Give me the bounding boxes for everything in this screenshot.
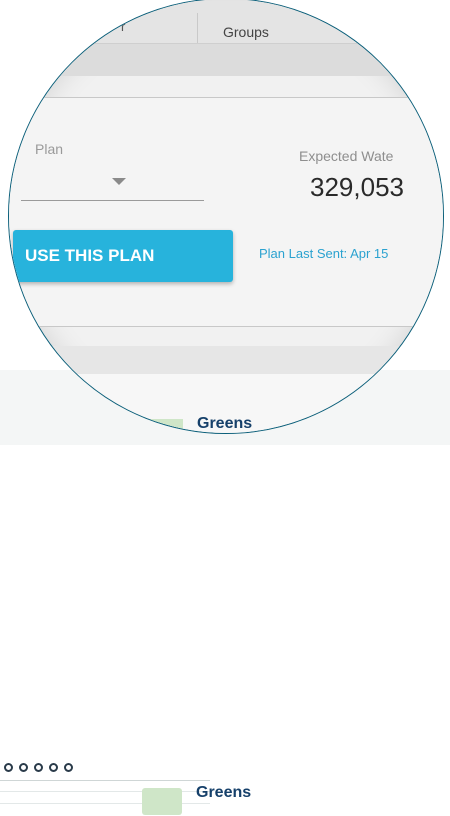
tab-bar: r Groups bbox=[9, 1, 443, 44]
magnifier-lens: r Groups Plan Expected Wate 329,053 USE … bbox=[8, 0, 444, 434]
tab-divider bbox=[197, 13, 198, 43]
magnified-content: r Groups Plan Expected Wate 329,053 USE … bbox=[9, 1, 443, 433]
greens-title: Greens bbox=[196, 784, 252, 801]
expected-water-value: 329,053 bbox=[310, 172, 404, 202]
toolbar-circle-icon bbox=[4, 762, 13, 772]
greens-tile bbox=[143, 419, 183, 433]
toolbar-circle-icon bbox=[34, 762, 43, 772]
toolbar-circle-icon bbox=[49, 762, 58, 772]
expected-water-label: Expected Wate bbox=[299, 148, 394, 164]
tab-groups[interactable]: Groups bbox=[223, 24, 269, 40]
toolbar-circle-icon bbox=[19, 762, 28, 772]
plan-select-underline[interactable] bbox=[21, 200, 204, 201]
toolbar-circle-icon bbox=[64, 762, 73, 772]
plan-select-label: Plan bbox=[35, 141, 64, 157]
toolbar-strip bbox=[9, 44, 443, 76]
dropdown-arrow-icon[interactable] bbox=[112, 178, 126, 185]
background-toolbar bbox=[0, 760, 94, 774]
tab-partial[interactable]: r bbox=[121, 19, 125, 34]
use-this-plan-label: USE THIS PLAN bbox=[25, 246, 155, 265]
lower-stripe bbox=[9, 346, 443, 374]
plan-panel bbox=[9, 97, 443, 327]
use-this-plan-button[interactable]: USE THIS PLAN bbox=[13, 230, 233, 282]
greens-title: Greens bbox=[197, 415, 253, 432]
greens-tile bbox=[142, 788, 182, 815]
plan-last-sent[interactable]: Plan Last Sent: Apr 15 bbox=[259, 246, 388, 261]
